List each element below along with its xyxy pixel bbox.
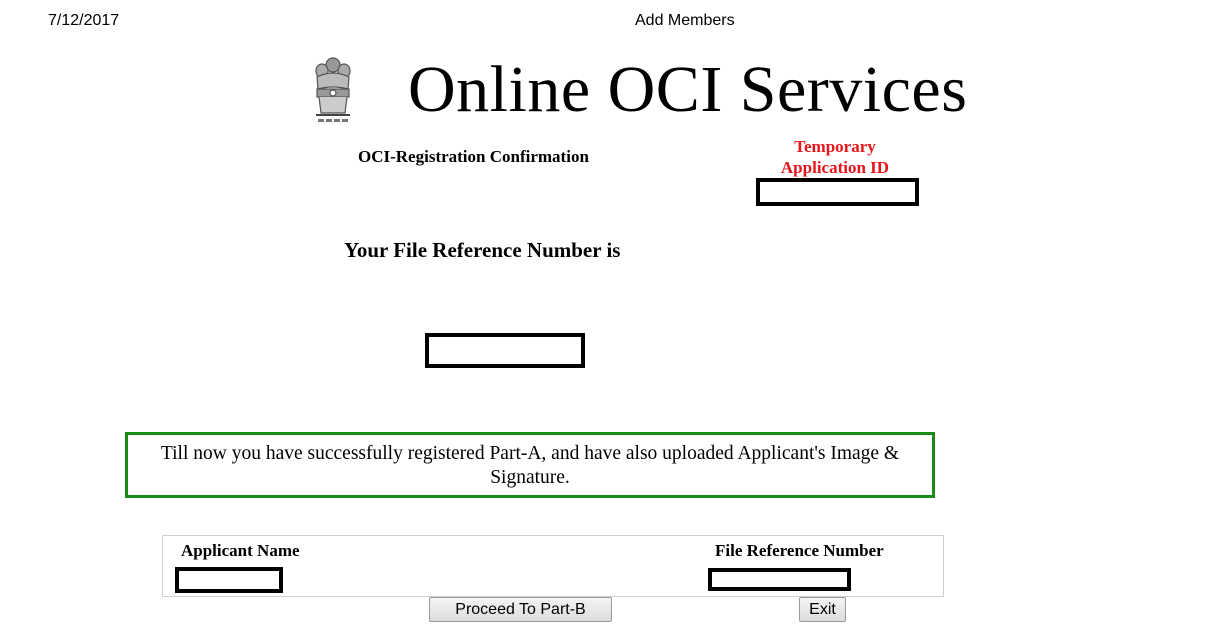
cell-applicant-name — [175, 567, 283, 593]
applicant-table: Applicant Name File Reference Number — [162, 535, 944, 597]
column-header-file-reference-number: File Reference Number — [715, 541, 884, 560]
proceed-to-part-b-button[interactable]: Proceed To Part-B — [429, 597, 612, 622]
success-message-text: Till now you have successfully registere… — [160, 443, 900, 488]
cell-file-reference-number — [708, 568, 851, 591]
file-reference-value — [425, 333, 585, 368]
file-reference-heading: Your File Reference Number is — [344, 238, 621, 262]
column-header-applicant-name: Applicant Name — [181, 541, 300, 560]
national-emblem-icon — [315, 57, 351, 122]
print-date: 7/12/2017 — [48, 12, 120, 29]
page-header-title: Add Members — [635, 12, 735, 29]
temporary-application-id-label: Temporary Application ID — [780, 137, 890, 177]
exit-button[interactable]: Exit — [799, 597, 846, 622]
success-message-box: Till now you have successfully registere… — [125, 432, 935, 498]
banner-title: Online OCI Services — [408, 53, 968, 126]
confirmation-heading: OCI-Registration Confirmation — [358, 147, 589, 166]
temporary-application-id-value — [756, 178, 919, 206]
